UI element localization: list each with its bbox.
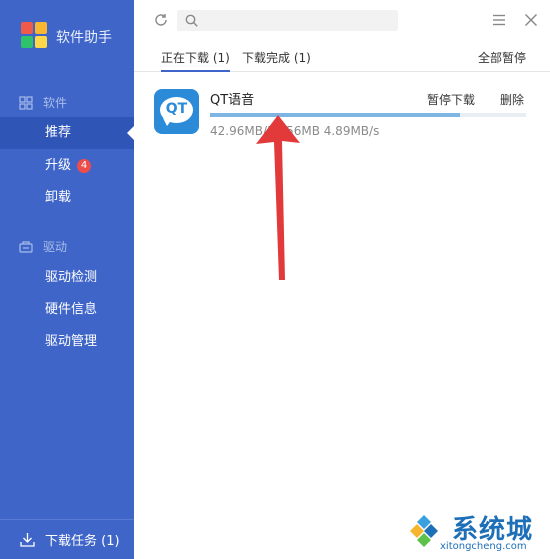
drive-icon xyxy=(19,240,33,253)
sidebar-item-label: 驱动管理 xyxy=(45,334,98,349)
app-logo-icon xyxy=(21,22,47,48)
download-progress-fill xyxy=(210,113,460,117)
app-icon-label: QT xyxy=(165,101,188,117)
red-arrow-annotation xyxy=(256,115,300,280)
sidebar-item-recommend[interactable]: 推荐 xyxy=(0,117,134,149)
qt-voice-app-icon: QT xyxy=(154,89,199,134)
delete-download-button[interactable]: 删除 xyxy=(500,91,524,108)
sidebar-item-driver-detect[interactable]: 驱动检测 xyxy=(0,262,134,294)
pause-all-button[interactable]: 全部暂停 xyxy=(478,49,526,66)
tab-downloading[interactable]: 正在下载 (1) xyxy=(161,49,230,72)
download-icon xyxy=(20,533,35,547)
watermark-url: xitongcheng.com xyxy=(440,541,527,552)
section-driver: 驱动 xyxy=(19,238,67,255)
sidebar-item-label: 驱动检测 xyxy=(45,270,98,285)
download-tasks-label: 下载任务 (1) xyxy=(45,534,120,549)
tab-completed[interactable]: 下载完成 (1) xyxy=(242,49,311,72)
section-label: 驱动 xyxy=(43,240,68,254)
sidebar-item-upgrade[interactable]: 升级 4 xyxy=(0,150,134,182)
download-tabs: 正在下载 (1) 下载完成 (1) 全部暂停 xyxy=(134,40,550,72)
sidebar-item-label: 升级 xyxy=(45,158,72,173)
app-window: 软件助手 软件 推荐 升级 4 卸载 驱动 驱动检测 硬件信息 驱动管理 下载任… xyxy=(0,0,550,559)
app-title: 软件助手 xyxy=(56,30,112,46)
upgrade-count-badge: 4 xyxy=(77,159,92,173)
sidebar: 软件助手 软件 推荐 升级 4 卸载 驱动 驱动检测 硬件信息 驱动管理 下载任… xyxy=(0,0,134,559)
sidebar-item-driver-manage[interactable]: 驱动管理 xyxy=(0,326,134,358)
pause-download-button[interactable]: 暂停下载 xyxy=(427,91,475,108)
topbar xyxy=(134,0,550,40)
section-software: 软件 xyxy=(19,94,67,111)
close-icon[interactable] xyxy=(524,13,538,27)
sidebar-item-label: 硬件信息 xyxy=(45,302,98,317)
refresh-icon[interactable] xyxy=(154,13,168,27)
section-label: 软件 xyxy=(43,96,68,110)
download-tasks-button[interactable]: 下载任务 (1) xyxy=(0,519,134,559)
sidebar-item-label: 卸载 xyxy=(45,190,72,205)
download-row: QT QT语音 暂停下载 删除 42.96MB/54.56MB 4.89MB/s xyxy=(134,72,550,150)
sidebar-item-uninstall[interactable]: 卸载 xyxy=(0,182,134,214)
search-icon xyxy=(185,14,198,27)
sidebar-item-label: 推荐 xyxy=(45,125,72,140)
grid-icon xyxy=(19,95,33,110)
menu-icon[interactable] xyxy=(492,13,506,27)
download-app-name: QT语音 xyxy=(210,93,255,108)
search-input[interactable] xyxy=(177,10,398,31)
watermark: 系统城 xitongcheng.com xyxy=(392,505,550,559)
sidebar-item-hardware-info[interactable]: 硬件信息 xyxy=(0,294,134,326)
